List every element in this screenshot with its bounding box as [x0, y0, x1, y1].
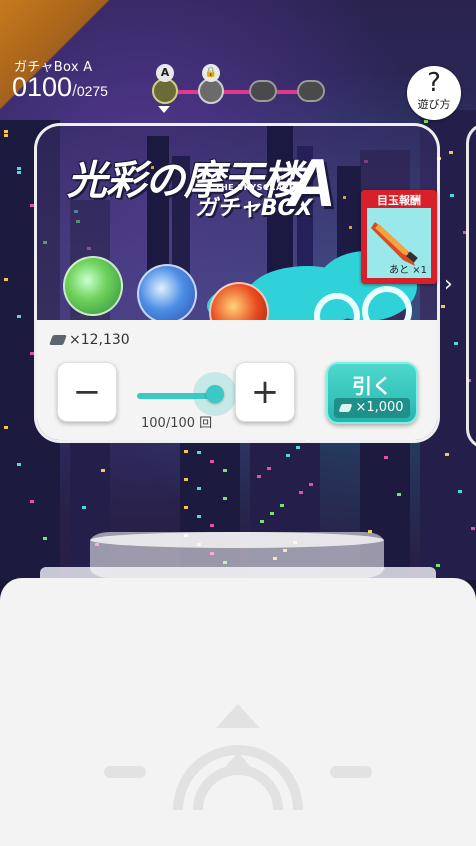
background-window: [4, 130, 8, 133]
background-window: [471, 527, 475, 530]
reward-item-image: あと ×1: [367, 208, 431, 278]
counter-total: 0275: [76, 83, 108, 99]
background-window: [384, 456, 388, 459]
background-window: [210, 524, 214, 527]
counter-separator: /: [72, 81, 77, 100]
background-window: [286, 454, 290, 457]
background-window: [280, 504, 284, 507]
ticket-icon: [338, 403, 353, 412]
decrease-button[interactable]: −: [57, 362, 117, 422]
progress-node-d[interactable]: [297, 80, 325, 102]
background-window: [184, 450, 188, 453]
lock-icon: 🔒: [202, 64, 220, 82]
background-window: [82, 506, 86, 509]
background-window: [441, 305, 445, 308]
help-button[interactable]: ? 遊び方: [407, 66, 461, 120]
background-window: [296, 446, 300, 449]
box-title-letter: A: [287, 145, 337, 221]
emblem-watermark-icon: [104, 704, 372, 811]
progress-node-c[interactable]: [249, 80, 277, 102]
background-window: [449, 151, 453, 154]
background-window: [454, 342, 458, 345]
background-window: [17, 167, 21, 170]
background-window: [260, 520, 264, 523]
background-window: [267, 467, 271, 470]
background-window: [184, 478, 188, 481]
prize-gem-icon: [63, 256, 123, 316]
background-window: [43, 537, 47, 540]
background-window: [445, 453, 449, 456]
counter-current: 0100: [12, 72, 73, 102]
current-node-pointer: [158, 106, 170, 113]
background-window: [197, 487, 201, 490]
background-window: [257, 475, 261, 478]
coin-balance: ×12,130: [49, 332, 130, 348]
chevron-right-icon[interactable]: ›: [444, 272, 453, 297]
background-window: [223, 497, 227, 500]
background-window: [299, 491, 303, 494]
featured-reward[interactable]: 目玉報酬 あと ×1: [361, 190, 437, 284]
background-window: [30, 500, 34, 503]
box-counter: 0100/0275: [12, 72, 108, 103]
pull-button-label: 引く: [352, 374, 392, 398]
reward-remaining: あと ×1: [389, 265, 427, 276]
progress-badge-a: A: [156, 64, 174, 82]
background-window: [101, 469, 105, 472]
background-window: [223, 469, 227, 472]
increase-button[interactable]: +: [235, 362, 295, 422]
coin-balance-value: ×12,130: [69, 332, 130, 348]
next-box-card-peek[interactable]: [466, 123, 476, 449]
background-window: [4, 278, 8, 281]
ticket-icon: [49, 335, 67, 345]
background-window: [197, 515, 201, 518]
background-window: [270, 512, 274, 515]
background-window: [4, 426, 8, 429]
background-window: [17, 463, 21, 466]
pull-cost: ×1,000: [334, 398, 410, 418]
progress-link: [220, 90, 250, 94]
capsule-glass-rim: [90, 532, 384, 548]
background-window: [17, 315, 21, 318]
featured-reward-title: 目玉報酬: [377, 194, 421, 207]
background-window: [424, 120, 428, 123]
slider-thumb[interactable]: [206, 385, 224, 403]
background-window: [4, 134, 8, 137]
question-icon: ?: [427, 68, 441, 98]
background-window: [210, 460, 214, 463]
background-window: [458, 490, 462, 493]
draw-count-label: 100/100 回: [141, 416, 213, 431]
background-window: [309, 483, 313, 486]
background-window: [184, 506, 188, 509]
pull-button[interactable]: 引く ×1,000: [326, 362, 418, 424]
background-window: [197, 451, 201, 454]
background-window: [436, 564, 440, 567]
prize-badge-icon: [137, 264, 197, 324]
background-window: [397, 493, 401, 496]
background-window: [17, 171, 21, 174]
help-label: 遊び方: [417, 98, 451, 111]
background-window: [450, 194, 454, 197]
pull-cost-value: ×1,000: [355, 400, 404, 415]
